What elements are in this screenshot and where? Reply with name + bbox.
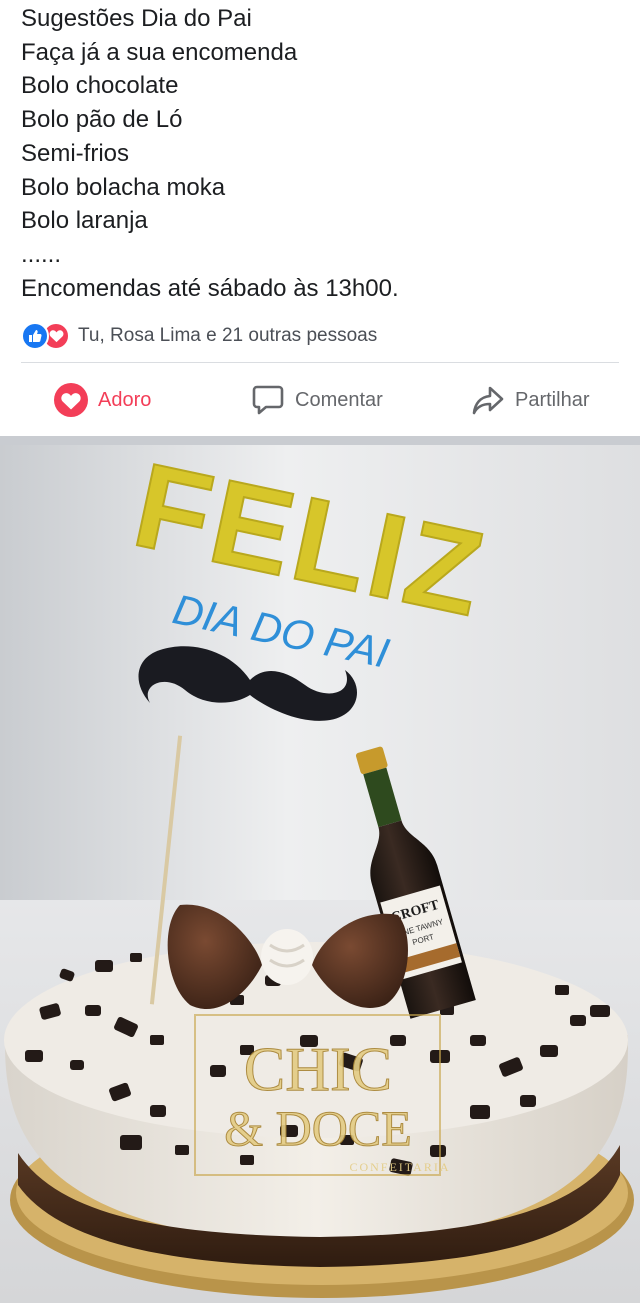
reactions-summary[interactable]: Tu, Rosa Lima e 21 outras pessoas — [21, 322, 377, 350]
post-line: Bolo chocolate — [21, 72, 179, 100]
post-line: Bolo bolacha moka — [21, 173, 226, 201]
post-photo[interactable]: FELIZ DIA DO PAI CROFT FINE TAWNY PORT C… — [0, 445, 640, 1303]
post-line: Bolo laranja — [21, 207, 148, 235]
watermark-line2: & DOCE — [224, 1100, 412, 1156]
post-text: Sugestões Dia do Pai Faça já a sua encom… — [21, 2, 399, 305]
like-icon — [21, 322, 49, 350]
love-icon — [53, 382, 89, 418]
divider — [21, 362, 619, 363]
love-button[interactable]: Adoro — [53, 370, 151, 430]
share-label: Partilhar — [515, 388, 590, 411]
post-line: ...... — [21, 240, 62, 268]
comment-label: Comentar — [295, 388, 383, 411]
action-bar: Adoro Comentar Partilhar — [0, 370, 640, 430]
post-card: Sugestões Dia do Pai Faça já a sua encom… — [0, 0, 640, 436]
watermark-line1: CHIC — [244, 1036, 392, 1104]
share-button[interactable]: Partilhar — [470, 370, 589, 430]
post-line: Semi-frios — [21, 139, 130, 167]
love-label: Adoro — [98, 388, 152, 411]
post-line: Sugestões Dia do Pai — [21, 5, 252, 32]
reactions-text: Tu, Rosa Lima e 21 outras pessoas — [78, 325, 378, 346]
comment-button[interactable]: Comentar — [250, 370, 383, 430]
comment-icon — [250, 382, 286, 418]
post-line: Faça já a sua encomenda — [21, 38, 298, 66]
share-icon — [470, 382, 506, 418]
feed-separator — [0, 436, 640, 445]
post-line: Bolo pão de Ló — [21, 106, 183, 134]
post-line: Encomendas até sábado às 13h00. — [21, 274, 399, 302]
watermark-line3: CONFEITARIA — [349, 1160, 450, 1174]
